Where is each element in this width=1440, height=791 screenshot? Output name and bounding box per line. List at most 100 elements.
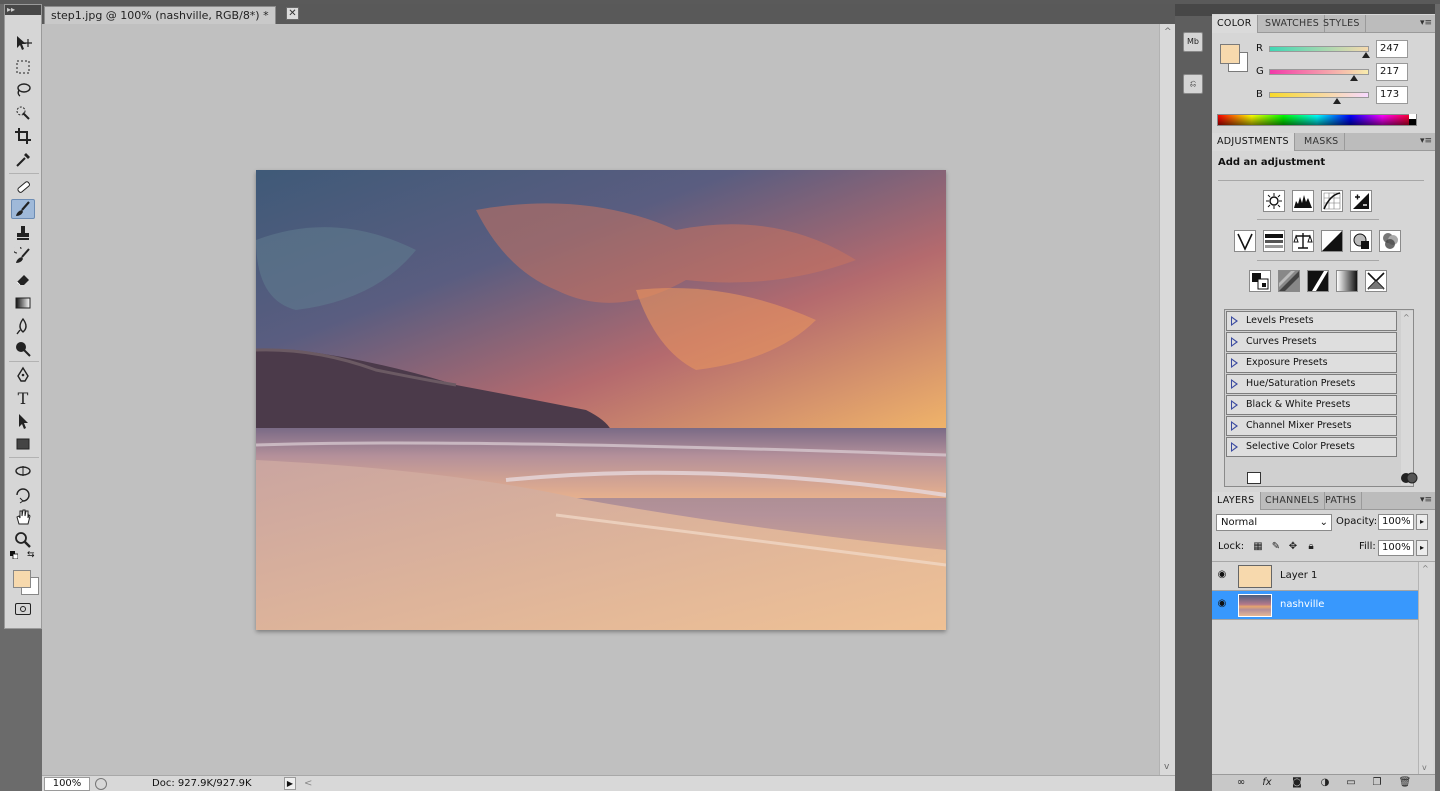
dock-header[interactable] (1175, 4, 1212, 16)
blue-slider-thumb[interactable] (1332, 98, 1341, 104)
scroll-left-icon[interactable]: < (304, 776, 312, 791)
list-item[interactable]: Black & White Presets (1226, 395, 1397, 415)
eye-icon[interactable]: ◉ (1215, 598, 1229, 612)
delete-layer-icon[interactable]: 🗑︎ (1398, 777, 1412, 789)
blue-value-field[interactable]: 173 (1376, 86, 1408, 104)
tab-color[interactable]: COLOR (1212, 15, 1258, 33)
brush-tool-icon[interactable] (11, 199, 35, 219)
lock-transparency-icon[interactable]: ▦ (1252, 541, 1264, 553)
color-spectrum-bar[interactable] (1217, 114, 1417, 126)
lock-all-icon[interactable]: 🔒︎ (1305, 541, 1317, 553)
tools-panel-header[interactable]: ▸▸ (5, 5, 41, 15)
move-tool-icon[interactable] (11, 33, 35, 53)
color-panel-foreground-swatch[interactable] (1220, 44, 1240, 64)
link-layers-icon[interactable]: ∞ (1234, 777, 1248, 789)
3d-rotate-tool-icon[interactable] (11, 461, 35, 481)
blend-mode-select[interactable]: Normal ⌄ (1216, 514, 1332, 531)
selective-color-icon[interactable] (1365, 270, 1387, 292)
document-tab[interactable]: step1.jpg @ 100% (nashville, RGB/8*) * (44, 6, 276, 24)
expand-triangle-icon[interactable] (1231, 379, 1238, 389)
threshold-icon[interactable] (1307, 270, 1329, 292)
marquee-tool-icon[interactable] (11, 57, 35, 77)
scroll-down-icon[interactable]: v (1164, 762, 1169, 772)
spectrum-white-swatch[interactable] (1409, 114, 1416, 119)
red-slider-track[interactable] (1269, 46, 1369, 52)
exposure-icon[interactable] (1350, 190, 1372, 212)
presets-scrollbar[interactable]: ^ v (1401, 311, 1413, 485)
path-selection-tool-icon[interactable] (11, 411, 35, 431)
green-value-field[interactable]: 217 (1376, 63, 1408, 81)
expand-triangle-icon[interactable] (1231, 358, 1238, 368)
scroll-up-icon[interactable]: ^ (1403, 313, 1410, 322)
zoom-tool-icon[interactable] (11, 530, 35, 550)
eye-icon[interactable]: ◉ (1215, 569, 1229, 583)
gradient-map-icon[interactable] (1336, 270, 1358, 292)
channel-mixer-icon[interactable] (1379, 230, 1401, 252)
red-slider-thumb[interactable] (1361, 52, 1370, 58)
panel-menu-icon[interactable]: ▾≡ (1420, 495, 1432, 505)
return-to-adjustment-list-icon[interactable] (1247, 472, 1261, 484)
canvas-vertical-scrollbar[interactable]: ^ v (1159, 24, 1175, 775)
lasso-tool-icon[interactable] (11, 80, 35, 100)
fill-slider-arrow-icon[interactable]: ▸ (1416, 540, 1428, 556)
list-item[interactable]: Exposure Presets (1226, 353, 1397, 373)
opacity-slider-arrow-icon[interactable]: ▸ (1416, 514, 1428, 530)
list-item[interactable]: Curves Presets (1226, 332, 1397, 352)
clone-stamp-tool-icon[interactable] (11, 223, 35, 243)
hue-saturation-icon[interactable] (1263, 230, 1285, 252)
lock-image-pixels-icon[interactable]: ✎ (1270, 541, 1282, 553)
tab-paths[interactable]: PATHS (1320, 492, 1363, 510)
blue-slider-track[interactable] (1269, 92, 1369, 98)
scroll-up-icon[interactable]: ^ (1422, 564, 1429, 573)
photo-filter-icon[interactable] (1350, 230, 1372, 252)
pen-tool-icon[interactable] (11, 365, 35, 385)
canvas-area[interactable] (42, 24, 1159, 775)
expand-triangle-icon[interactable] (1231, 316, 1238, 326)
levels-icon[interactable] (1292, 190, 1314, 212)
brightness-contrast-icon[interactable] (1263, 190, 1285, 212)
expand-triangle-icon[interactable] (1231, 421, 1238, 431)
dodge-tool-icon[interactable] (11, 339, 35, 359)
close-icon[interactable]: ✕ (286, 7, 299, 20)
panel-menu-icon[interactable]: ▾≡ (1420, 136, 1432, 146)
layer-style-icon[interactable]: fx (1260, 777, 1274, 789)
new-layer-icon[interactable]: ❐ (1370, 777, 1384, 789)
tab-channels[interactable]: CHANNELS (1260, 492, 1326, 510)
list-item[interactable]: Levels Presets (1226, 311, 1397, 331)
expand-triangle-icon[interactable] (1231, 337, 1238, 347)
invert-icon[interactable] (1249, 270, 1271, 292)
clock-icon[interactable] (95, 778, 107, 790)
rectangle-tool-icon[interactable] (11, 434, 35, 454)
spot-healing-tool-icon[interactable] (11, 177, 35, 197)
list-item[interactable]: Channel Mixer Presets (1226, 416, 1397, 436)
list-item[interactable]: Selective Color Presets (1226, 437, 1397, 457)
swap-colors-icon[interactable]: ⇆ (27, 550, 37, 560)
posterize-icon[interactable] (1278, 270, 1300, 292)
layer-row-layer-1[interactable]: ◉ Layer 1 (1212, 562, 1418, 591)
panel-menu-icon[interactable]: ▾≡ (1420, 18, 1432, 28)
default-colors-icon[interactable] (10, 551, 19, 560)
mini-bridge-button[interactable]: Mb (1183, 32, 1203, 52)
quick-selection-tool-icon[interactable] (11, 103, 35, 123)
list-item[interactable]: Hue/Saturation Presets (1226, 374, 1397, 394)
crop-tool-icon[interactable] (11, 126, 35, 146)
tab-layers[interactable]: LAYERS (1212, 492, 1261, 510)
layer-row-nashville[interactable]: ◉ nashville (1212, 591, 1418, 620)
clip-to-layer-icon[interactable] (1400, 472, 1418, 484)
status-menu-arrow-icon[interactable]: ▶ (284, 777, 296, 790)
tab-adjustments[interactable]: ADJUSTMENTS (1212, 133, 1295, 151)
type-tool-icon[interactable]: T (11, 388, 35, 408)
hand-tool-icon[interactable] (11, 507, 35, 527)
color-balance-icon[interactable] (1292, 230, 1314, 252)
history-brush-tool-icon[interactable] (11, 246, 35, 266)
history-panel-icon[interactable]: ⎌ (1183, 74, 1203, 94)
eraser-tool-icon[interactable] (11, 269, 35, 289)
black-white-icon[interactable] (1321, 230, 1343, 252)
tab-styles[interactable]: STYLES (1318, 15, 1366, 33)
foreground-color-swatch[interactable] (13, 570, 31, 588)
expand-triangle-icon[interactable] (1231, 400, 1238, 410)
blur-tool-icon[interactable] (11, 316, 35, 336)
add-mask-icon[interactable]: ◙ (1290, 777, 1304, 789)
layers-scrollbar[interactable]: ^ v (1418, 562, 1433, 774)
scroll-up-icon[interactable]: ^ (1164, 27, 1172, 37)
